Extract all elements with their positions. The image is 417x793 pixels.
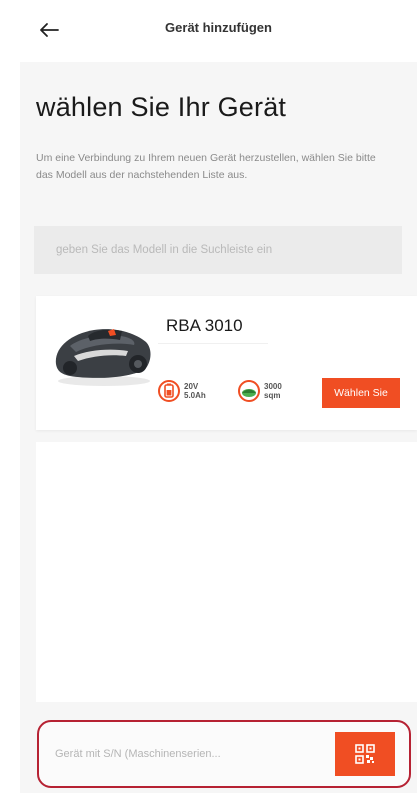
header-title: Gerät hinzufügen	[165, 20, 272, 35]
qr-scan-button[interactable]	[335, 732, 395, 776]
battery-voltage: 20V	[184, 382, 199, 391]
device-model-name: RBA 3010	[166, 316, 243, 335]
spec-area: 3000 sqm	[238, 380, 282, 402]
intro-text: Um eine Verbindung zu Ihrem neuen Gerät …	[36, 152, 376, 181]
spec-battery: 20V 5.0Ah	[158, 380, 206, 402]
divider	[158, 343, 268, 344]
robot-mower-image	[55, 329, 151, 386]
model-search-input[interactable]	[34, 226, 402, 274]
area-value: 3000	[264, 382, 282, 391]
serial-number-bar	[37, 720, 411, 788]
battery-icon	[158, 380, 180, 402]
select-device-button[interactable]: Wählen Sie	[322, 378, 400, 408]
serial-number-input[interactable]	[49, 732, 334, 776]
area-unit: sqm	[264, 391, 281, 400]
qr-scan-icon	[355, 744, 375, 764]
app-header: Gerät hinzufügen	[20, 0, 417, 62]
lawn-area-icon	[238, 380, 260, 402]
battery-capacity: 5.0Ah	[184, 391, 206, 400]
page-title: wählen Sie Ihr Gerät	[36, 92, 287, 122]
phone-area: Gerät hinzufügen wählen Sie Ihr Gerät Um…	[20, 0, 417, 793]
app-screen: Gerät hinzufügen wählen Sie Ihr Gerät Um…	[0, 0, 417, 793]
list-area	[36, 442, 417, 702]
device-card[interactable]: RBA 3010 20V 5.0Ah 3000 sqm Wählen Sie	[36, 296, 417, 430]
